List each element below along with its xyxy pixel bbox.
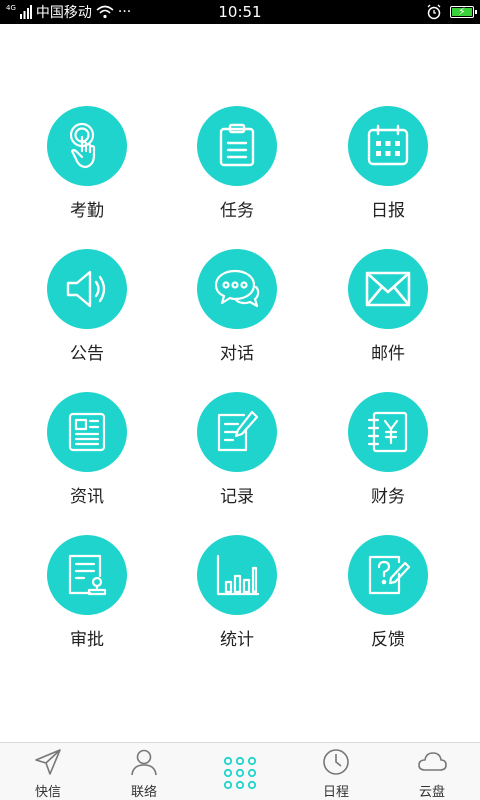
speaker-icon xyxy=(66,270,106,308)
status-bar: 4G 中国移动 ··· 10:51 ⚡ xyxy=(0,0,480,24)
grid-item-announcement[interactable]: 公告 xyxy=(17,249,157,369)
nav-label: 云盘 xyxy=(418,785,445,800)
nav-item-cloud-drive[interactable]: 云盘 xyxy=(384,743,480,800)
battery-icon: ⚡ xyxy=(450,5,477,18)
grid-item-finance[interactable]: 财务 xyxy=(318,392,458,512)
bottom-nav: 快信 联络 日程 云盘 xyxy=(0,742,480,800)
apps-grid-icon xyxy=(223,756,257,790)
grid-item-label: 记录 xyxy=(220,487,254,507)
grid-item-label: 审批 xyxy=(70,630,104,650)
feedback-circle[interactable] xyxy=(348,535,428,615)
attendance-circle[interactable] xyxy=(47,106,127,186)
grid-item-label: 日报 xyxy=(371,201,405,221)
approval-circle[interactable] xyxy=(47,535,127,615)
touch-hand-icon xyxy=(69,122,96,169)
tasks-circle[interactable] xyxy=(197,106,277,186)
grid-item-statistics[interactable]: 统计 xyxy=(167,535,307,655)
bar-chart-icon xyxy=(216,554,260,596)
grid-item-feedback[interactable]: 反馈 xyxy=(318,535,458,655)
statistics-circle[interactable] xyxy=(197,535,277,615)
chat-bubbles-icon xyxy=(214,269,260,308)
grid-item-label: 公告 xyxy=(70,344,104,364)
nav-label: 日程 xyxy=(322,785,349,800)
nav-item-apps[interactable] xyxy=(192,743,288,800)
envelope-icon xyxy=(365,271,411,307)
clock-icon xyxy=(323,749,349,775)
grid-item-approval[interactable]: 审批 xyxy=(17,535,157,655)
grid-item-label: 统计 xyxy=(220,630,254,650)
nav-label: 联络 xyxy=(130,785,157,800)
person-icon xyxy=(131,749,157,776)
calendar-icon xyxy=(367,124,409,166)
news-icon xyxy=(68,412,106,452)
grid-item-label: 邮件 xyxy=(371,344,405,364)
grid-item-label: 对话 xyxy=(220,344,254,364)
feedback-question-icon xyxy=(368,555,411,595)
note-pen-icon xyxy=(217,410,259,452)
grid-item-label: 反馈 xyxy=(371,630,405,650)
grid-item-news[interactable]: 资讯 xyxy=(17,392,157,512)
alarm-icon xyxy=(427,4,441,20)
finance-circle[interactable] xyxy=(348,392,428,472)
mail-circle[interactable] xyxy=(348,249,428,329)
finance-book-icon xyxy=(367,411,408,453)
nav-label: 快信 xyxy=(34,785,61,800)
grid-item-label: 财务 xyxy=(371,487,405,507)
chat-circle[interactable] xyxy=(197,249,277,329)
grid-item-records[interactable]: 记录 xyxy=(167,392,307,512)
grid-item-mail[interactable]: 邮件 xyxy=(318,249,458,369)
nav-item-contacts[interactable]: 联络 xyxy=(96,743,192,800)
grid-item-attendance[interactable]: 考勤 xyxy=(17,106,157,226)
news-circle[interactable] xyxy=(47,392,127,472)
grid-item-label: 考勤 xyxy=(70,201,104,221)
nav-item-schedule[interactable]: 日程 xyxy=(288,743,384,800)
announcement-circle[interactable] xyxy=(47,249,127,329)
grid-item-chat[interactable]: 对话 xyxy=(167,249,307,369)
clipboard-icon xyxy=(219,123,255,167)
send-icon xyxy=(35,749,61,775)
cloud-icon xyxy=(418,752,447,771)
records-circle[interactable] xyxy=(197,392,277,472)
nav-item-quick-message[interactable]: 快信 xyxy=(0,743,96,800)
daily-report-circle[interactable] xyxy=(348,106,428,186)
grid-item-daily-report[interactable]: 日报 xyxy=(318,106,458,226)
approval-stamp-icon xyxy=(68,554,107,596)
grid-item-tasks[interactable]: 任务 xyxy=(167,106,307,226)
status-right: ⚡ xyxy=(426,3,477,21)
grid-item-label: 资讯 xyxy=(70,487,104,507)
clock-time: 10:51 xyxy=(218,3,262,21)
grid-item-label: 任务 xyxy=(220,201,254,221)
